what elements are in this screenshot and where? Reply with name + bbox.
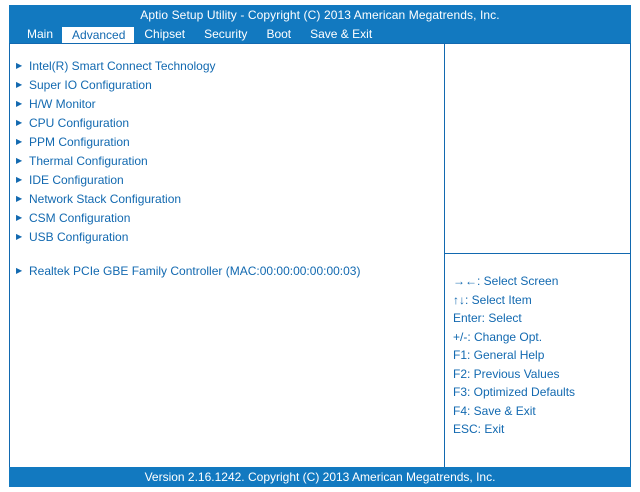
menu-item-label: Thermal Configuration bbox=[29, 153, 148, 168]
help-previous-values: F2: Previous Values bbox=[453, 366, 560, 381]
menu-item-label: USB Configuration bbox=[29, 229, 129, 244]
menu-item-cpu[interactable]: ▶ CPU Configuration bbox=[16, 113, 360, 132]
submenu-arrow-icon: ▶ bbox=[16, 266, 23, 275]
menu-item-label: Realtek PCIe GBE Family Controller (MAC:… bbox=[29, 263, 361, 278]
menu-item-realtek-controller[interactable]: ▶ Realtek PCIe GBE Family Controller (MAC… bbox=[16, 261, 360, 280]
submenu-arrow-icon: ▶ bbox=[16, 80, 23, 89]
help-esc-exit: ESC: Exit bbox=[453, 422, 505, 437]
help-enter-select: Enter: Select bbox=[453, 311, 522, 326]
tab-bar: Main Advanced Chipset Security Boot Save… bbox=[9, 26, 381, 43]
help-general-help: F1: General Help bbox=[453, 348, 545, 363]
submenu-arrow-icon: ▶ bbox=[16, 194, 23, 203]
menu-item-usb[interactable]: ▶ USB Configuration bbox=[16, 227, 360, 246]
key-help-list: →←: Select Screen ↑↓: Select Item Enter:… bbox=[453, 272, 575, 439]
menu-item-label: Network Stack Configuration bbox=[29, 191, 182, 206]
submenu-arrow-icon: ▶ bbox=[16, 61, 23, 70]
menu-item-label: CPU Configuration bbox=[29, 115, 130, 130]
menu-spacer bbox=[16, 246, 360, 261]
submenu-arrow-icon: ▶ bbox=[16, 175, 23, 184]
menu-item-network-stack[interactable]: ▶ Network Stack Configuration bbox=[16, 189, 360, 208]
help-select-item: ↑↓: Select Item bbox=[453, 292, 532, 307]
submenu-arrow-icon: ▶ bbox=[16, 232, 23, 241]
menu-item-ide[interactable]: ▶ IDE Configuration bbox=[16, 170, 360, 189]
menu-item-super-io[interactable]: ▶ Super IO Configuration bbox=[16, 75, 360, 94]
app-title: Aptio Setup Utility - Copyright (C) 2013… bbox=[140, 8, 500, 22]
submenu-arrow-icon: ▶ bbox=[16, 118, 23, 127]
tab-boot[interactable]: Boot bbox=[256, 26, 300, 43]
menu-item-label: Intel(R) Smart Connect Technology bbox=[29, 58, 216, 73]
submenu-arrow-icon: ▶ bbox=[16, 213, 23, 222]
menu-item-label: IDE Configuration bbox=[29, 172, 124, 187]
menu-item-ppm[interactable]: ▶ PPM Configuration bbox=[16, 132, 360, 151]
submenu-arrow-icon: ▶ bbox=[16, 137, 23, 146]
vertical-divider bbox=[444, 44, 445, 467]
menu-item-label: Super IO Configuration bbox=[29, 77, 152, 92]
tab-main[interactable]: Main bbox=[9, 26, 62, 43]
help-divider bbox=[445, 253, 630, 254]
tab-advanced[interactable]: Advanced bbox=[62, 27, 135, 43]
menu-item-label: CSM Configuration bbox=[29, 210, 131, 225]
tab-save-exit[interactable]: Save & Exit bbox=[300, 26, 381, 43]
help-optimized-defaults: F3: Optimized Defaults bbox=[453, 385, 576, 400]
title-bar: Aptio Setup Utility - Copyright (C) 2013… bbox=[9, 5, 631, 43]
menu-item-hw-monitor[interactable]: ▶ H/W Monitor bbox=[16, 94, 360, 113]
menu-item-label: PPM Configuration bbox=[29, 134, 130, 149]
submenu-arrow-icon: ▶ bbox=[16, 156, 23, 165]
menu-item-thermal[interactable]: ▶ Thermal Configuration bbox=[16, 151, 360, 170]
tab-chipset[interactable]: Chipset bbox=[134, 26, 194, 43]
menu-item-smart-connect[interactable]: ▶ Intel(R) Smart Connect Technology bbox=[16, 56, 360, 75]
help-save-exit: F4: Save & Exit bbox=[453, 403, 536, 418]
tab-security[interactable]: Security bbox=[194, 26, 256, 43]
version-footer: Version 2.16.1242. Copyright (C) 2013 Am… bbox=[9, 467, 631, 487]
advanced-menu: ▶ Intel(R) Smart Connect Technology ▶ Supe… bbox=[16, 56, 360, 280]
help-change-opt: +/-: Change Opt. bbox=[453, 329, 543, 344]
main-panel: ▶ Intel(R) Smart Connect Technology ▶ Supe… bbox=[9, 43, 631, 468]
menu-item-csm[interactable]: ▶ CSM Configuration bbox=[16, 208, 360, 227]
submenu-arrow-icon: ▶ bbox=[16, 99, 23, 108]
menu-item-label: H/W Monitor bbox=[29, 96, 96, 111]
help-select-screen: →←: Select Screen bbox=[453, 274, 559, 289]
